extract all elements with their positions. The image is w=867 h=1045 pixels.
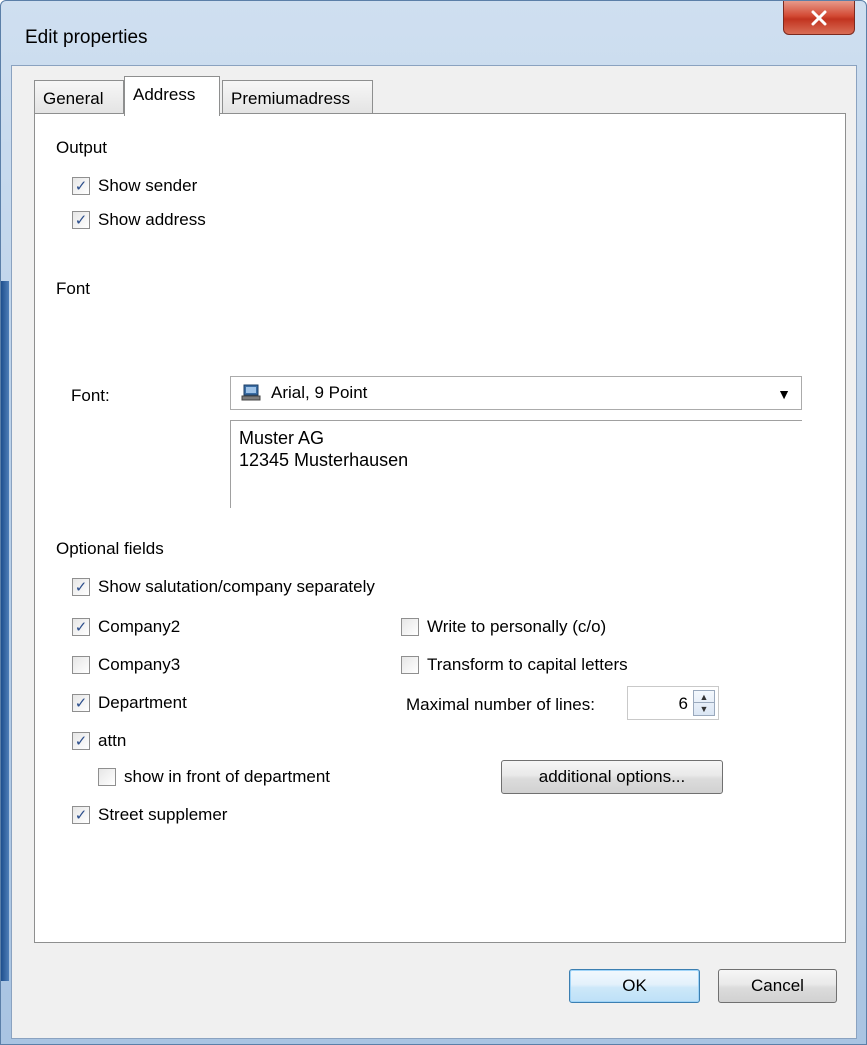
font-section-label: Font <box>56 279 95 299</box>
checkbox-label: Company3 <box>98 655 181 674</box>
tab-general[interactable]: General <box>34 80 124 114</box>
department-checkbox[interactable]: ✓ Department <box>72 693 187 713</box>
company2-checkbox[interactable]: ✓ Company2 <box>72 617 180 637</box>
checkbox-label: Show sender <box>98 176 198 195</box>
tab-label: General <box>43 89 104 108</box>
tab-label: Premiumadress <box>231 89 351 108</box>
check-icon: ✓ <box>74 618 88 636</box>
check-icon: ✓ <box>74 806 88 824</box>
output-section-label: Output <box>56 138 112 158</box>
company3-checkbox[interactable]: Company3 <box>72 655 180 675</box>
write-personally-checkbox[interactable]: Write to personally (c/o) <box>401 617 606 637</box>
output-divider <box>125 149 831 150</box>
preview-line-1: Muster AG <box>239 428 325 448</box>
checkbox-box[interactable]: ✓ <box>72 618 90 636</box>
checkbox-box[interactable]: ✓ <box>72 177 90 195</box>
checkbox-box[interactable]: ✓ <box>72 211 90 229</box>
checkbox-label: show in front of department <box>124 767 331 786</box>
check-icon: ✓ <box>74 732 88 750</box>
checkbox-box[interactable] <box>401 618 419 636</box>
window-title: Edit properties <box>25 27 148 48</box>
additional-options-button[interactable]: additional options... <box>501 760 723 794</box>
tab-address[interactable]: Address <box>124 76 220 116</box>
attn-checkbox[interactable]: ✓ attn <box>72 731 126 751</box>
checkbox-label: Show address <box>98 210 206 229</box>
button-label: Cancel <box>751 976 804 995</box>
show-front-department-checkbox[interactable]: show in front of department <box>98 767 330 787</box>
checkbox-label: Department <box>98 693 187 712</box>
show-address-checkbox[interactable]: ✓ Show address <box>72 210 206 230</box>
font-divider <box>101 290 831 291</box>
spin-up-icon[interactable]: ▲ <box>694 691 714 703</box>
font-field-label: Font: <box>71 386 110 405</box>
tab-premiumadress[interactable]: Premiumadress <box>222 80 373 114</box>
capital-letters-checkbox[interactable]: Transform to capital letters <box>401 655 628 675</box>
optional-section-label: Optional fields <box>56 539 168 559</box>
font-dropdown[interactable]: Arial, 9 Point ▼ <box>230 376 802 410</box>
cancel-button[interactable]: Cancel <box>718 969 837 1003</box>
title-bar[interactable]: Edit properties <box>1 1 866 65</box>
checkbox-label: Transform to capital letters <box>427 655 628 674</box>
max-lines-label: Maximal number of lines: <box>406 695 595 714</box>
max-lines-spinner[interactable]: 6 ▲ ▼ <box>627 686 719 720</box>
checkbox-box[interactable]: ✓ <box>72 578 90 596</box>
dialog-client-area: General Address Premiumadress Output ✓ S… <box>11 65 857 1039</box>
font-preview-box: Muster AG 12345 Musterhausen <box>230 420 802 508</box>
checkbox-box[interactable]: ✓ <box>72 694 90 712</box>
font-device-icon <box>241 384 261 401</box>
checkbox-box[interactable]: ✓ <box>72 806 90 824</box>
close-button[interactable] <box>783 1 855 35</box>
max-lines-value[interactable]: 6 <box>679 694 688 714</box>
check-icon: ✓ <box>74 578 88 596</box>
spinner-buttons[interactable]: ▲ ▼ <box>693 690 715 716</box>
tab-panel-address: Output ✓ Show sender ✓ Show address Font… <box>34 113 846 943</box>
tab-label: Address <box>133 85 196 104</box>
checkbox-label: Street supplemer <box>98 805 228 824</box>
button-label: additional options... <box>538 767 686 786</box>
checkbox-label: Show salutation/company separately <box>98 577 375 596</box>
checkbox-label: attn <box>98 731 127 750</box>
check-icon: ✓ <box>74 694 88 712</box>
chevron-down-icon[interactable]: ▼ <box>777 386 791 402</box>
check-icon: ✓ <box>74 177 88 195</box>
ok-button[interactable]: OK <box>569 969 700 1003</box>
street-supplement-checkbox[interactable]: ✓ Street supplemer <box>72 805 227 825</box>
font-dropdown-value: Arial, 9 Point <box>271 383 368 402</box>
optional-divider <box>191 550 831 551</box>
spin-down-icon[interactable]: ▼ <box>694 703 714 715</box>
checkbox-box[interactable]: ✓ <box>72 732 90 750</box>
dialog-window: Edit properties General Address Premiuma… <box>0 0 867 1045</box>
check-icon: ✓ <box>74 211 88 229</box>
window-edge-accent <box>1 281 9 981</box>
checkbox-box[interactable] <box>401 656 419 674</box>
close-icon <box>811 10 827 25</box>
checkbox-box[interactable] <box>72 656 90 674</box>
checkbox-label: Write to personally (c/o) <box>427 617 607 636</box>
salutation-company-checkbox[interactable]: ✓ Show salutation/company separately <box>72 577 375 597</box>
show-sender-checkbox[interactable]: ✓ Show sender <box>72 176 197 196</box>
checkbox-box[interactable] <box>98 768 116 786</box>
button-label: OK <box>622 976 647 995</box>
checkbox-label: Company2 <box>98 617 181 636</box>
preview-line-2: 12345 Musterhausen <box>239 450 409 470</box>
